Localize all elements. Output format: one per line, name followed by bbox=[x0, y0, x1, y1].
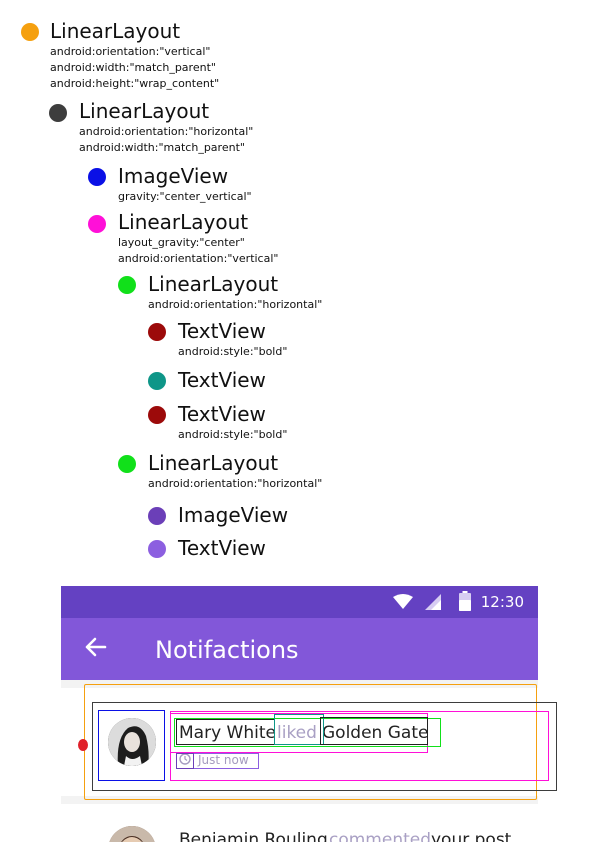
node-title: LinearLayout bbox=[148, 272, 279, 296]
status-bar: 12:30 bbox=[61, 586, 538, 618]
node-marker bbox=[118, 276, 136, 294]
node-attribute: android:width:"match_parent" bbox=[79, 141, 245, 154]
node-marker bbox=[148, 406, 166, 424]
node-title: LinearLayout bbox=[50, 19, 181, 43]
node-title: LinearLayout bbox=[79, 99, 210, 123]
node-marker bbox=[118, 455, 136, 473]
node-marker bbox=[148, 372, 166, 390]
wifi-icon bbox=[393, 594, 413, 609]
node-title: TextView bbox=[178, 319, 266, 343]
node-attribute: android:orientation:"horizontal" bbox=[148, 298, 323, 311]
timestamp-text: Just now bbox=[198, 753, 249, 767]
node-attribute: android:orientation:"vertical" bbox=[50, 45, 211, 58]
node-attribute: android:style:"bold" bbox=[178, 428, 288, 441]
node-attribute: layout_gravity:"center" bbox=[118, 236, 245, 249]
node-marker bbox=[88, 168, 106, 186]
next-target-text: your post bbox=[431, 830, 512, 842]
target-text: Golden Gate bbox=[322, 723, 429, 743]
battery-icon bbox=[459, 591, 471, 611]
node-marker bbox=[49, 104, 67, 122]
node-marker bbox=[148, 507, 166, 525]
node-attribute: android:height:"wrap_content" bbox=[50, 77, 220, 90]
node-marker bbox=[148, 323, 166, 341]
back-arrow-icon[interactable] bbox=[81, 632, 111, 662]
node-title: LinearLayout bbox=[118, 210, 249, 234]
node-title: TextView bbox=[178, 368, 266, 392]
phone-screen: 12:30 Notifactions Mary White liked Gold… bbox=[61, 586, 538, 842]
node-marker bbox=[88, 215, 106, 233]
node-attribute: android:orientation:"horizontal" bbox=[79, 125, 254, 138]
node-attribute: android:orientation:"vertical" bbox=[118, 252, 279, 265]
node-attribute: android:orientation:"horizontal" bbox=[148, 477, 323, 490]
next-action-text: commented bbox=[329, 830, 432, 842]
node-attribute: android:style:"bold" bbox=[178, 345, 288, 358]
name-text: Mary White bbox=[179, 723, 276, 743]
signal-icon bbox=[425, 594, 441, 610]
next-name-text: Benjamin Rouling bbox=[179, 830, 328, 842]
node-attribute: gravity:"center_vertical" bbox=[118, 190, 252, 203]
marker-dot bbox=[78, 739, 88, 751]
app-bar: Notifactions bbox=[61, 618, 538, 680]
node-marker bbox=[21, 23, 39, 41]
status-time: 12:30 bbox=[480, 593, 524, 611]
page-title: Notifactions bbox=[155, 636, 299, 664]
node-marker bbox=[148, 540, 166, 558]
node-title: LinearLayout bbox=[148, 451, 279, 475]
person-photo-icon bbox=[108, 718, 156, 766]
node-title: ImageView bbox=[118, 164, 229, 188]
node-attribute: android:width:"match_parent" bbox=[50, 61, 216, 74]
action-text: liked bbox=[277, 723, 317, 743]
clock-icon bbox=[179, 753, 191, 765]
node-title: TextView bbox=[178, 402, 266, 426]
node-title: ImageView bbox=[178, 503, 289, 527]
avatar bbox=[108, 718, 156, 766]
node-title: TextView bbox=[178, 536, 266, 560]
